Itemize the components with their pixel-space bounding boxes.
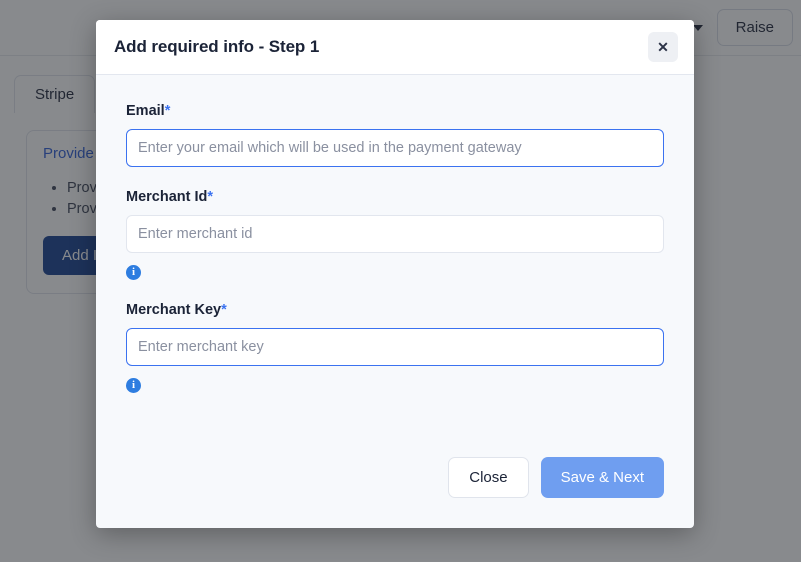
merchant-id-input[interactable] (126, 215, 664, 253)
merchant-id-field-group: Merchant Id* i (126, 189, 664, 280)
required-marker: * (221, 302, 227, 318)
info-icon[interactable]: i (126, 378, 141, 393)
required-marker: * (164, 103, 171, 119)
add-required-info-modal: Add required info - Step 1 ✕ Email* Merc… (96, 20, 694, 528)
info-icon[interactable]: i (126, 265, 141, 280)
close-icon[interactable]: ✕ (648, 32, 678, 62)
save-and-next-button[interactable]: Save & Next (540, 457, 664, 498)
modal-title: Add required info - Step 1 (114, 37, 320, 56)
email-input[interactable] (126, 129, 664, 167)
required-marker: * (207, 189, 214, 205)
merchant-key-label: Merchant Key* (126, 302, 664, 318)
email-label-text: Email (126, 103, 165, 119)
modal-header: Add required info - Step 1 ✕ (96, 20, 694, 75)
merchant-id-label-text: Merchant Id (126, 189, 208, 205)
email-label: Email* (126, 103, 664, 119)
merchant-key-input[interactable] (126, 328, 664, 366)
merchant-id-label: Merchant Id* (126, 189, 664, 205)
modal-footer: Close Save & Next (96, 457, 694, 528)
close-button[interactable]: Close (448, 457, 529, 498)
modal-body: Email* Merchant Id* i Merchant Key* i (96, 75, 694, 457)
merchant-key-label-text: Merchant Key (126, 302, 222, 318)
merchant-key-field-group: Merchant Key* i (126, 302, 664, 393)
email-field-group: Email* (126, 103, 664, 167)
